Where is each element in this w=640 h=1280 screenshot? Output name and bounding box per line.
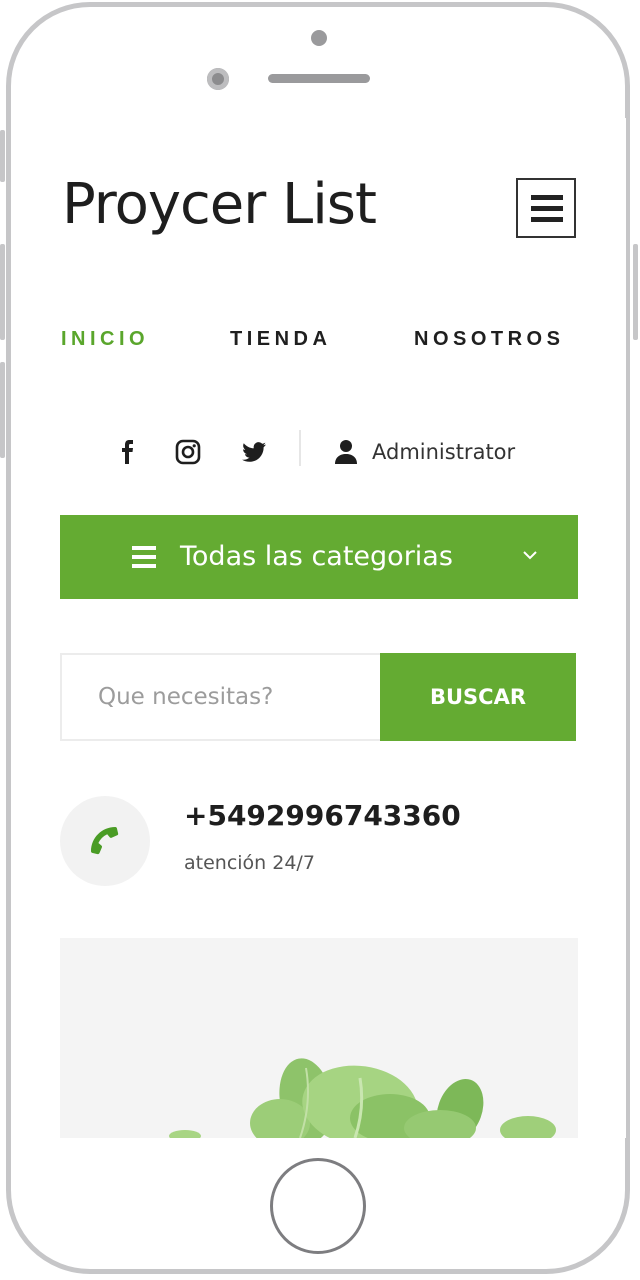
main-nav: INICIO TIENDA NOSOTROS: [14, 324, 626, 354]
instagram-icon[interactable]: [174, 438, 202, 466]
phone-icon-circle: [60, 796, 150, 886]
categories-dropdown[interactable]: Todas las categorias: [60, 515, 578, 599]
search-form: BUSCAR: [60, 653, 576, 741]
search-input[interactable]: [60, 653, 382, 741]
hamburger-menu-button[interactable]: [516, 178, 576, 238]
device-sensor: [311, 30, 327, 46]
device-front-camera: [207, 68, 229, 90]
chevron-down-icon: [523, 551, 537, 560]
contact-subtitle: atención 24/7: [184, 852, 315, 874]
device-volume-down: [0, 362, 5, 458]
search-button[interactable]: BUSCAR: [380, 653, 576, 741]
lettuce-image: [169, 1058, 556, 1138]
hamburger-menu-icon-bar: [531, 206, 563, 211]
contact-info: +5492996743360 atención 24/7: [60, 794, 578, 890]
nav-item-nosotros[interactable]: NOSOTROS: [414, 324, 564, 354]
twitter-icon[interactable]: [240, 438, 268, 466]
phone-screen: Proycer List INICIO TIENDA NOSOTROS Admi…: [14, 118, 626, 1138]
device-power-button: [633, 244, 638, 340]
device-speaker: [268, 74, 370, 83]
phone-icon: [91, 827, 119, 855]
site-logo[interactable]: Proycer List: [62, 170, 377, 240]
device-home-button[interactable]: [270, 1158, 366, 1254]
social-divider: [299, 430, 301, 466]
nav-item-inicio[interactable]: INICIO: [61, 324, 149, 354]
facebook-icon[interactable]: [114, 438, 142, 466]
user-account-link[interactable]: Administrator: [372, 438, 515, 466]
nav-item-tienda[interactable]: TIENDA: [230, 324, 331, 354]
hero-banner-image[interactable]: [60, 938, 578, 1138]
device-silent-switch: [0, 130, 5, 182]
hamburger-menu-icon: [531, 195, 563, 200]
device-volume-up: [0, 244, 5, 340]
hamburger-menu-icon-bar: [531, 217, 563, 222]
user-icon: [335, 440, 357, 464]
social-bar: Administrator: [14, 430, 626, 474]
categories-label: Todas las categorias: [180, 541, 453, 572]
list-icon: [132, 546, 156, 568]
contact-phone-number[interactable]: +5492996743360: [184, 798, 461, 834]
